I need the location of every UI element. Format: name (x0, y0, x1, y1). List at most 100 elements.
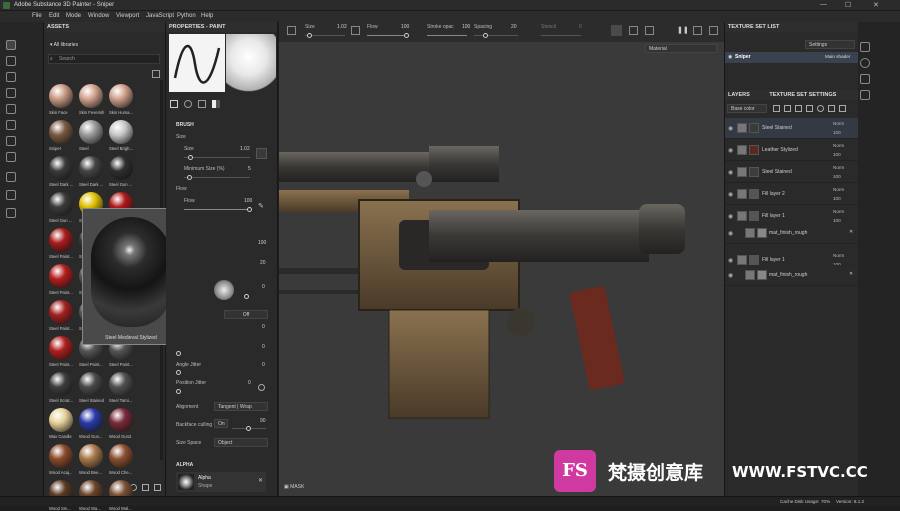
texture-set-row[interactable]: ◉ Sniper Main shader (725, 52, 859, 63)
backface-toggle[interactable]: On (214, 419, 228, 428)
visibility-eye-icon[interactable]: ◉ (728, 169, 733, 176)
size-slider[interactable] (184, 157, 250, 158)
visibility-eye-icon[interactable]: ◉ (728, 272, 733, 279)
layer-row[interactable]: ◉ Steel Stained Norm 100 (725, 162, 859, 183)
asset-swatch[interactable] (49, 156, 73, 180)
angle-dial[interactable] (214, 280, 234, 300)
add-smart-material-icon[interactable] (817, 105, 824, 112)
channel-dropdown[interactable]: Base color (727, 104, 767, 113)
blend-mode-dropdown[interactable]: Norm (833, 165, 844, 170)
camera-icon[interactable] (645, 26, 654, 35)
layer-opacity[interactable]: 100 (833, 196, 841, 201)
reset-icon[interactable] (258, 384, 265, 391)
menu-python[interactable]: Python (177, 13, 196, 19)
min-size-slider[interactable] (184, 177, 250, 178)
asset-swatch[interactable] (79, 408, 103, 432)
menu-viewport[interactable]: Viewport (116, 13, 139, 19)
add-folder-icon[interactable] (828, 105, 835, 112)
3d-viewport[interactable] (279, 22, 724, 496)
visibility-eye-icon[interactable]: ◉ (728, 213, 733, 220)
tab-layers[interactable]: LAYERS (728, 92, 750, 98)
asset-swatch[interactable] (49, 120, 73, 144)
polygon-fill-icon[interactable] (6, 136, 16, 146)
tab-texture-set-settings[interactable]: TEXTURE SET SETTINGS (769, 92, 836, 98)
toolbar-flow-slider[interactable] (367, 35, 407, 36)
display-settings-panel-icon[interactable] (860, 58, 870, 68)
viewport-mode-dropdown[interactable]: Material (645, 44, 717, 53)
asset-swatch[interactable] (79, 120, 103, 144)
pause-icon[interactable]: ❚❚ (677, 26, 689, 34)
flow-slider[interactable] (184, 209, 250, 210)
color-picker-icon[interactable] (6, 152, 16, 162)
toolbar-stroke-slider[interactable] (427, 35, 467, 36)
material-tab-icon[interactable] (212, 100, 220, 108)
blend-mode-dropdown[interactable]: Norm (833, 121, 844, 126)
flow-slider-handle[interactable] (247, 207, 252, 212)
library-selector[interactable]: ▾ All libraries (50, 42, 78, 48)
menu-window[interactable]: Window (88, 13, 109, 19)
display-settings-icon[interactable] (709, 26, 718, 35)
menu-file[interactable]: File (32, 13, 42, 19)
jitter-slider-handle[interactable] (176, 351, 181, 356)
angle-slider-handle[interactable] (244, 294, 249, 299)
remove-mask-icon[interactable]: ✕ (849, 271, 853, 277)
menu-mode[interactable]: Mode (66, 13, 81, 19)
min-size-slider-handle[interactable] (187, 175, 192, 180)
asset-swatch[interactable] (109, 156, 133, 180)
texture-set-eye-icon[interactable]: ◉ (728, 54, 732, 60)
size-space-dropdown[interactable]: Object (214, 438, 268, 447)
bake-icon[interactable] (6, 172, 16, 182)
blend-mode-dropdown[interactable]: Norm (833, 187, 844, 192)
add-fill-layer-icon[interactable] (795, 105, 802, 112)
alpha-tab-icon[interactable] (184, 100, 192, 108)
screenshot-icon[interactable] (693, 26, 702, 35)
add-effect-icon[interactable] (773, 105, 780, 112)
menu-edit[interactable]: Edit (49, 13, 59, 19)
lazy-mouse-icon[interactable] (611, 25, 622, 36)
asset-swatch[interactable] (79, 444, 103, 468)
paint-brush-icon[interactable] (6, 40, 16, 50)
delete-layer-icon[interactable] (839, 105, 846, 112)
texture-set-settings-dropdown[interactable]: Settings (805, 40, 855, 49)
asset-swatch[interactable] (49, 372, 73, 396)
layer-mask-row[interactable]: ◉ mat_finish_rough ✕ (725, 223, 859, 244)
asset-swatch[interactable] (49, 84, 73, 108)
layer-row[interactable]: ◉ Fill layer 2 Norm 100 (725, 184, 859, 205)
visibility-eye-icon[interactable]: ◉ (728, 191, 733, 198)
maximize-button[interactable]: ☐ (845, 1, 851, 9)
smudge-icon[interactable] (6, 104, 16, 114)
close-button[interactable]: ✕ (873, 1, 879, 9)
asset-swatch[interactable] (79, 84, 103, 108)
menu-help[interactable]: Help (201, 13, 213, 19)
blend-mode-dropdown[interactable]: Norm (833, 209, 844, 214)
asset-swatch[interactable] (109, 408, 133, 432)
clone-icon[interactable] (6, 120, 16, 130)
brush-tab-icon[interactable] (170, 100, 178, 108)
import-icon[interactable] (142, 484, 149, 491)
symmetry-icon[interactable] (287, 26, 296, 35)
asset-swatch[interactable] (109, 444, 133, 468)
asset-swatch[interactable] (109, 120, 133, 144)
size-slider-handle[interactable] (188, 155, 193, 160)
alpha-remove-icon[interactable]: ✕ (258, 477, 263, 484)
layer-row[interactable]: ◉ Steel Stained Norm 100 (725, 118, 859, 139)
minimize-button[interactable]: — (820, 1, 827, 8)
toolbar-flow-handle[interactable] (404, 33, 409, 38)
asset-swatch[interactable] (79, 156, 103, 180)
follow-path-dropdown[interactable]: Off (224, 310, 268, 319)
alignment-dropdown[interactable]: Tangent | Wrap (214, 402, 268, 411)
toolbar-spacing-slider[interactable] (474, 35, 518, 36)
stencil-tab-icon[interactable] (198, 100, 206, 108)
visibility-eye-icon[interactable]: ◉ (728, 257, 733, 264)
layer-row[interactable]: ◉ Leather Stylized Norm 100 (725, 140, 859, 161)
visibility-eye-icon[interactable]: ◉ (728, 230, 733, 237)
flow-pen-icon[interactable]: ✎ (258, 202, 264, 210)
blend-mode-dropdown[interactable]: Norm (833, 143, 844, 148)
layer-mask-row[interactable]: ◉ mat_finish_rough ✕ (725, 265, 859, 286)
toolbar-size-handle[interactable] (307, 33, 312, 38)
asset-swatch[interactable] (49, 336, 73, 360)
asset-swatch[interactable] (49, 408, 73, 432)
history-icon[interactable] (860, 74, 870, 84)
remove-mask-icon[interactable]: ✕ (849, 229, 853, 235)
layer-opacity[interactable]: 100 (833, 174, 841, 179)
